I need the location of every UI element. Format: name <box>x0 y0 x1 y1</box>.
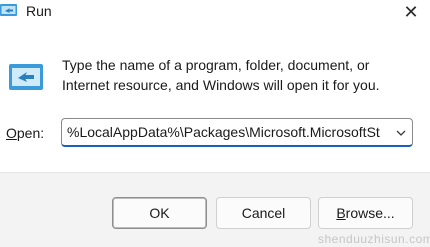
run-app-icon <box>9 64 43 90</box>
open-combobox[interactable]: %LocalAppData%\Packages\Microsoft.Micros… <box>61 118 413 147</box>
browse-label: rowse... <box>345 205 395 221</box>
open-label: Open: <box>6 125 44 141</box>
close-icon: ✕ <box>403 1 419 22</box>
cancel-button[interactable]: Cancel <box>216 197 311 229</box>
close-button[interactable]: ✕ <box>392 0 430 24</box>
window-title: Run <box>26 3 52 19</box>
browse-button[interactable]: Browse... <box>318 197 413 229</box>
run-app-icon <box>0 4 17 16</box>
title-bar: Run ✕ <box>0 0 430 32</box>
browse-accesskey: B <box>336 205 346 221</box>
ok-button[interactable]: OK <box>112 197 207 229</box>
instructions-text: Type the name of a program, folder, docu… <box>62 57 380 93</box>
open-label-accesskey: O <box>6 125 17 141</box>
open-label-text: pen: <box>16 125 45 141</box>
chevron-down-icon[interactable] <box>394 126 408 140</box>
watermark-text: shenduuzhisun.com <box>318 232 430 246</box>
open-input-value[interactable]: %LocalAppData%\Packages\Microsoft.Micros… <box>67 124 380 140</box>
